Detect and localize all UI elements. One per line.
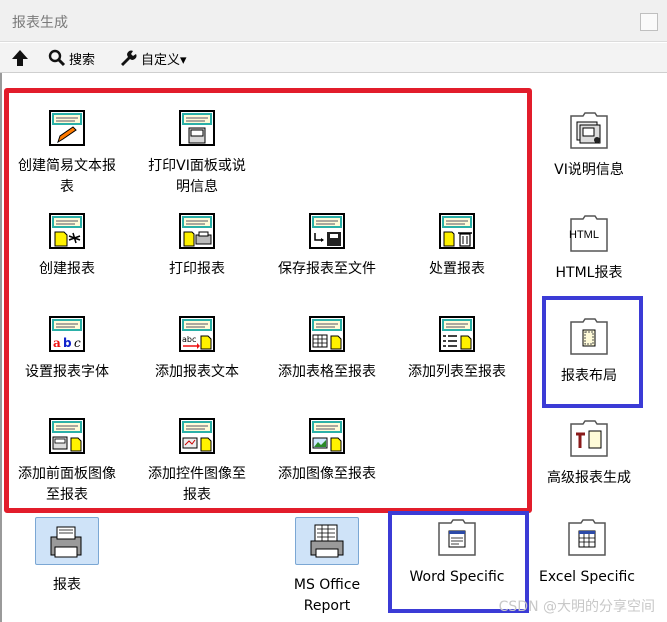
append-list-icon: [439, 316, 475, 352]
palette-item-label: 打印VI面板或说 明信息: [148, 158, 246, 195]
palette-item-label: 处置报表: [429, 261, 485, 277]
palette-item-label: 报表: [53, 577, 81, 593]
vi-documentation-folder-icon: [570, 112, 608, 149]
svg-text:a: a: [53, 336, 61, 350]
palette-item-easy-text-report[interactable]: 创建简易文本报 表: [2, 110, 132, 198]
folder-label: Excel Specific: [538, 569, 636, 585]
report-pencil-icon: [49, 110, 85, 146]
title-bar: 报表生成: [0, 0, 667, 42]
search-label: 搜索: [69, 52, 96, 68]
folder-vi-documentation[interactable]: VI说明信息: [524, 110, 654, 181]
report-icon-frame: [35, 517, 99, 565]
palette-item-append-control-image[interactable]: 添加控件图像至 报表: [132, 418, 262, 506]
palette-item-label: MS Office Report: [293, 577, 361, 614]
dispose-report-icon: [439, 213, 475, 249]
append-text-icon: abc: [179, 316, 215, 352]
print-vi-panel-icon: [179, 110, 215, 146]
palette-item-label: 保存报表至文件: [278, 261, 376, 277]
create-report-icon: [49, 213, 85, 249]
search-icon: [48, 49, 66, 67]
search-button[interactable]: 搜索: [48, 47, 95, 69]
palette-item-label: 设置报表字体: [25, 364, 109, 380]
pin-icon[interactable]: [640, 13, 658, 31]
palette-item-create-report[interactable]: 创建报表: [2, 213, 132, 280]
svg-text:b: b: [63, 336, 72, 350]
palette-item-set-report-font[interactable]: a b c 设置报表字体: [2, 316, 132, 383]
report-font-icon: a b c: [49, 316, 85, 352]
report-printer-icon: [50, 526, 82, 558]
append-front-panel-image-icon: [49, 418, 85, 454]
excel-specific-folder-icon: [568, 519, 606, 556]
append-control-image-icon: [179, 418, 215, 454]
folder-html-report[interactable]: HTML报表: [524, 213, 654, 284]
palette-item-label: 添加控件图像至 报表: [148, 466, 246, 503]
palette-item-label: 添加前面板图像 至报表: [18, 466, 116, 503]
svg-text:abc: abc: [182, 335, 196, 344]
customize-button[interactable]: 自定义▾: [118, 47, 187, 69]
palette-item-label: 添加报表文本: [155, 364, 239, 380]
palette-item-save-report[interactable]: 保存报表至文件: [262, 213, 392, 280]
palette-item-report[interactable]: 报表: [2, 517, 132, 596]
ms-office-icon-frame: [295, 517, 359, 565]
save-report-icon: [309, 213, 345, 249]
folder-label: HTML报表: [555, 265, 623, 281]
wrench-icon: [121, 50, 137, 66]
palette-item-append-image[interactable]: 添加图像至报表: [262, 418, 392, 485]
folder-label: Word Specific: [409, 569, 505, 585]
print-report-icon: [179, 213, 215, 249]
folder-word-specific[interactable]: Word Specific: [392, 517, 522, 588]
palette-item-print-vi-panel[interactable]: 打印VI面板或说 明信息: [132, 110, 262, 198]
palette-item-append-table[interactable]: 添加表格至报表: [262, 316, 392, 383]
palette-item-ms-office-report[interactable]: MS Office Report: [262, 517, 392, 617]
word-specific-folder-icon: [438, 519, 476, 556]
palette-item-dispose-report[interactable]: 处置报表: [392, 213, 522, 280]
palette-item-append-list[interactable]: 添加列表至报表: [392, 316, 522, 383]
up-arrow-button[interactable]: [10, 47, 30, 69]
palette-item-append-front-panel-image[interactable]: 添加前面板图像 至报表: [2, 418, 132, 506]
append-table-icon: [309, 316, 345, 352]
folder-label: 高级报表生成: [547, 470, 631, 486]
svg-text:c: c: [74, 336, 81, 350]
palette-item-label: 创建报表: [39, 261, 95, 277]
folder-report-layout[interactable]: 报表布局: [524, 316, 654, 387]
palette-item-label: 添加表格至报表: [278, 364, 376, 380]
palette-item-label: 添加图像至报表: [278, 466, 376, 482]
palette-item-label: 创建简易文本报 表: [18, 158, 116, 195]
palette-item-label: 添加列表至报表: [408, 364, 506, 380]
customize-label: 自定义▾: [141, 52, 187, 68]
folder-excel-specific[interactable]: Excel Specific: [522, 517, 652, 588]
folder-label: VI说明信息: [554, 162, 624, 178]
window-title: 报表生成: [12, 15, 68, 31]
advanced-report-folder-icon: [570, 420, 608, 457]
html-folder-text: HTML: [569, 229, 599, 241]
folder-advanced-report[interactable]: 高级报表生成: [524, 418, 654, 489]
ms-office-report-icon: [310, 524, 344, 558]
watermark: CSDN @大明的分享空间: [498, 599, 655, 615]
palette-item-append-report-text[interactable]: abc 添加报表文本: [132, 316, 262, 383]
palette-item-print-report[interactable]: 打印报表: [132, 213, 262, 280]
up-arrow-icon: [12, 50, 28, 66]
report-layout-folder-icon: [570, 318, 608, 355]
append-image-icon: [309, 418, 345, 454]
folder-label: 报表布局: [561, 368, 617, 384]
palette-item-label: 打印报表: [169, 261, 225, 277]
toolbar: 搜索 自定义▾: [0, 43, 667, 73]
